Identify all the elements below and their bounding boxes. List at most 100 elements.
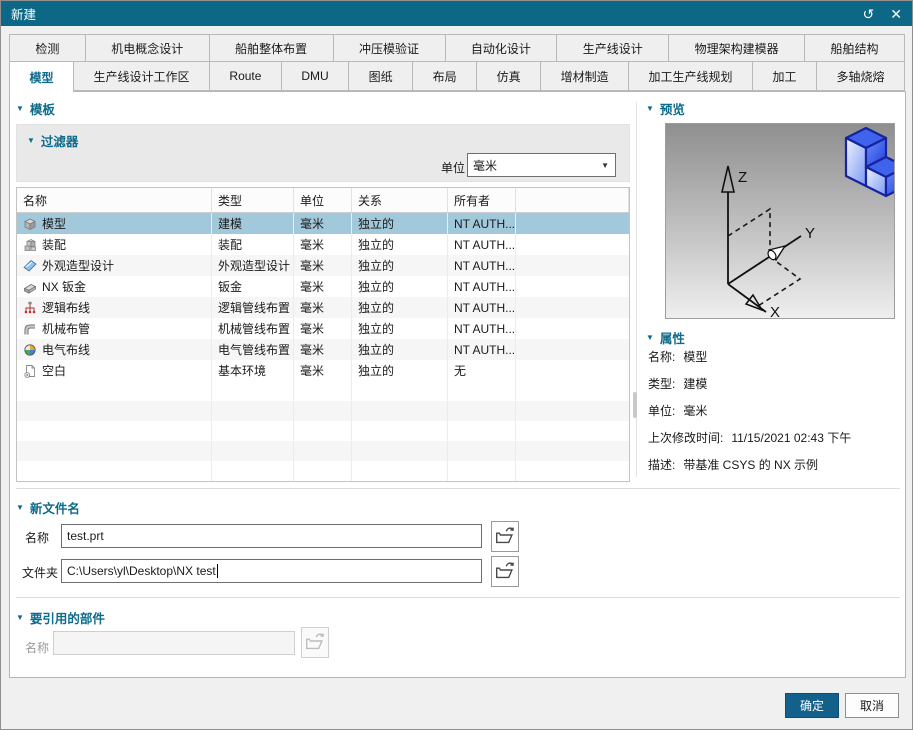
cell-units: 毫米 <box>294 255 352 276</box>
table-row[interactable]: 电气布线 电气管线布置 毫米 独立的 NT AUTH... <box>17 339 629 360</box>
open-folder-icon <box>493 523 517 550</box>
cell-spacer <box>516 318 629 339</box>
close-icon[interactable]: ✕ <box>890 7 902 21</box>
table-row[interactable]: 逻辑布线 逻辑管线布置 毫米 独立的 NT AUTH... <box>17 297 629 318</box>
filter-box: ▼ 过滤器 单位 毫米 ▼ <box>16 124 630 182</box>
cell-empty <box>516 421 629 441</box>
tab-row1-6[interactable]: 物理架构建模器 <box>668 34 806 62</box>
cell-owner: NT AUTH... <box>448 213 516 234</box>
reference-section-header[interactable]: ▼ 要引用的部件 <box>16 608 105 627</box>
folder-input[interactable]: C:\Users\yl\Desktop\NX test <box>61 559 482 583</box>
tab-row1-0[interactable]: 检测 <box>9 34 86 62</box>
file-name-input[interactable]: test.prt <box>61 524 482 548</box>
table-row[interactable]: NX 钣金 钣金 毫米 独立的 NT AUTH... <box>17 276 629 297</box>
assembly-icon <box>23 238 37 252</box>
cell-name: NX 钣金 <box>17 276 212 297</box>
column-header-3[interactable]: 关系 <box>352 188 448 212</box>
cell-empty <box>294 381 352 401</box>
tab-row2-3[interactable]: DMU <box>280 61 350 91</box>
table-header-row: 名称 类型 单位 关系 所有者 <box>17 188 629 213</box>
templates-section-header[interactable]: ▼ 模板 <box>16 99 55 118</box>
tab-row1-5[interactable]: 生产线设计 <box>556 34 670 62</box>
cell-empty <box>448 421 516 441</box>
template-name: 机械布管 <box>42 322 91 336</box>
shape-studio-icon <box>23 259 37 273</box>
cell-relationship: 独立的 <box>352 276 448 297</box>
cell-empty <box>352 381 448 401</box>
tab-row2-4[interactable]: 图纸 <box>348 61 414 91</box>
cell-owner: NT AUTH... <box>448 276 516 297</box>
pane-divider <box>636 102 637 477</box>
reset-icon[interactable]: ↺ <box>863 7 875 21</box>
tab-row1-4[interactable]: 自动化设计 <box>444 34 558 62</box>
preview-section-header[interactable]: ▼ 预览 <box>646 99 685 118</box>
cell-empty <box>212 381 294 401</box>
dialog-title: 新建 <box>11 8 37 22</box>
tab-row2-8[interactable]: 加工生产线规划 <box>628 61 754 91</box>
column-header-2[interactable]: 单位 <box>294 188 352 212</box>
cell-empty <box>294 441 352 461</box>
table-row[interactable]: 模型 建模 毫米 独立的 NT AUTH... <box>17 213 629 234</box>
new-file-dialog: 新建 ↺ ✕ 检测 机电概念设计 船舶整体布置 冲压模验证 自动化设计 生产线设计 物理架构… <box>0 0 913 730</box>
new-file-section-header[interactable]: ▼ 新文件名 <box>16 498 80 517</box>
cell-type: 电气管线布置 <box>212 339 294 360</box>
properties-section-header[interactable]: ▼ 属性 <box>646 328 685 347</box>
ok-button[interactable]: 确定 <box>785 693 839 718</box>
property-label: 单位: <box>648 404 676 418</box>
cell-units: 毫米 <box>294 234 352 255</box>
tab-row1-2[interactable]: 船舶整体布置 <box>208 34 334 62</box>
cell-units: 毫米 <box>294 213 352 234</box>
tab-row2-10[interactable]: 多轴烧熔 <box>816 61 905 91</box>
sheet-metal-icon <box>23 280 37 294</box>
cell-empty <box>17 381 212 401</box>
tab-row2-7[interactable]: 增材制造 <box>540 61 630 91</box>
tab-row1-3[interactable]: 冲压模验证 <box>332 34 446 62</box>
column-header-0[interactable]: 名称 <box>17 188 212 212</box>
file-name-label: 名称 <box>25 531 50 545</box>
column-header-4[interactable]: 所有者 <box>448 188 516 212</box>
template-name: 装配 <box>42 238 67 252</box>
cancel-button[interactable]: 取消 <box>845 693 899 718</box>
cell-empty <box>448 401 516 421</box>
tab-row2-1[interactable]: 生产线设计工作区 <box>72 61 210 91</box>
tab-row2-0[interactable]: 模型 <box>9 61 74 92</box>
collapse-triangle-icon: ▼ <box>16 613 24 622</box>
cell-type: 建模 <box>212 213 294 234</box>
mechanical-routing-icon <box>23 322 37 336</box>
collapse-triangle-icon: ▼ <box>16 503 24 512</box>
axis-z-label: Z <box>738 169 747 186</box>
tab-row2-2[interactable]: Route <box>208 61 282 91</box>
units-dropdown[interactable]: 毫米 ▼ <box>467 153 616 177</box>
blank-icon <box>23 364 37 378</box>
cell-type: 装配 <box>212 234 294 255</box>
tab-row1-7[interactable]: 船舶结构 <box>804 34 905 62</box>
column-header-1[interactable]: 类型 <box>212 188 294 212</box>
tab-row1-1[interactable]: 机电概念设计 <box>84 34 210 62</box>
table-row[interactable]: 外观造型设计 外观造型设计 毫米 独立的 NT AUTH... <box>17 255 629 276</box>
collapse-triangle-icon: ▼ <box>27 136 35 145</box>
table-row[interactable]: 空白 基本环境 毫米 独立的无 <box>17 360 629 381</box>
browse-file-button[interactable] <box>491 521 519 552</box>
cell-empty <box>352 421 448 441</box>
cell-spacer <box>516 339 629 360</box>
browse-folder-button[interactable] <box>491 556 519 587</box>
tab-row2-6[interactable]: 仿真 <box>476 61 542 91</box>
cell-empty <box>212 441 294 461</box>
cell-empty <box>17 461 212 481</box>
filter-section-header[interactable]: ▼ 过滤器 <box>27 131 78 150</box>
table-row[interactable]: 装配 装配 毫米 独立的 NT AUTH... <box>17 234 629 255</box>
folder-value: C:\Users\yl\Desktop\NX test <box>67 564 216 578</box>
units-label: 单位 <box>441 161 466 175</box>
property-value: 模型 <box>683 350 708 364</box>
cell-type: 基本环境 <box>212 360 294 381</box>
table-row[interactable]: 机械布管 机械管线布置 毫米 独立的 NT AUTH... <box>17 318 629 339</box>
cell-empty <box>352 441 448 461</box>
tab-row2-9[interactable]: 加工 <box>752 61 818 91</box>
tab-row2-5[interactable]: 布局 <box>412 61 478 91</box>
cell-empty <box>352 461 448 481</box>
cell-empty <box>17 401 212 421</box>
cell-relationship: 独立的 <box>352 339 448 360</box>
pane-grip[interactable] <box>633 392 637 418</box>
property-row: 描述: 带基准 CSYS 的 NX 示例 <box>648 456 898 475</box>
cell-empty <box>17 421 212 441</box>
